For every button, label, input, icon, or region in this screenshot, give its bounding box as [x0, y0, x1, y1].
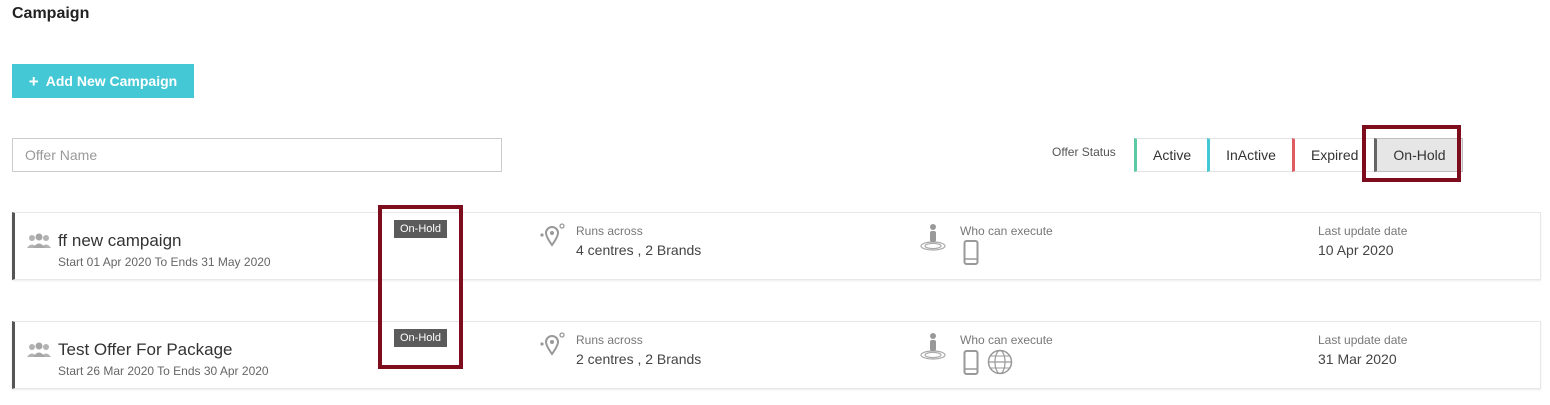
executor-icons [963, 240, 979, 265]
offer-name-input[interactable] [12, 138, 502, 172]
offer-status-filter: Active InActive Expired On-Hold [1134, 138, 1463, 172]
offer-status-label: Offer Status [1052, 145, 1116, 159]
last-update-label: Last update date [1318, 224, 1408, 238]
person-target-icon [920, 224, 946, 251]
status-badge: On-Hold [394, 220, 447, 238]
runs-across-label: Runs across [576, 224, 643, 238]
runs-across-label: Runs across [576, 333, 643, 347]
who-can-execute-label: Who can execute [960, 333, 1053, 347]
status-on-hold-button[interactable]: On-Hold [1374, 138, 1463, 172]
location-pin-icon [540, 332, 565, 356]
mobile-icon [963, 240, 979, 265]
last-update-label: Last update date [1318, 333, 1408, 347]
group-icon [27, 342, 51, 357]
campaign-name[interactable]: Test Offer For Package [58, 340, 232, 360]
last-update-value: 31 Mar 2020 [1318, 351, 1397, 367]
runs-across-value: 2 centres , 2 Brands [576, 351, 702, 367]
campaign-name[interactable]: ff new campaign [58, 231, 181, 251]
plus-icon: + [28, 71, 39, 91]
campaign-dates: Start 26 Mar 2020 To Ends 30 Apr 2020 [58, 364, 269, 378]
add-new-campaign-label: Add New Campaign [45, 73, 178, 89]
status-inactive-button[interactable]: InActive [1207, 138, 1293, 172]
who-can-execute-label: Who can execute [960, 224, 1053, 238]
executor-icons [963, 349, 1013, 375]
campaign-card[interactable]: Test Offer For Package Start 26 Mar 2020… [12, 321, 1541, 389]
globe-icon [987, 349, 1013, 375]
last-update-value: 10 Apr 2020 [1318, 242, 1394, 258]
group-icon [27, 233, 51, 248]
status-active-button[interactable]: Active [1134, 138, 1209, 172]
runs-across-value: 4 centres , 2 Brands [576, 242, 702, 258]
campaign-card[interactable]: ff new campaign Start 01 Apr 2020 To End… [12, 212, 1541, 280]
mobile-icon [963, 349, 979, 375]
add-new-campaign-button[interactable]: + Add New Campaign [12, 64, 194, 98]
location-pin-icon [540, 223, 565, 247]
status-expired-button[interactable]: Expired [1291, 138, 1376, 172]
page-title: Campaign [12, 5, 90, 22]
campaign-dates: Start 01 Apr 2020 To Ends 31 May 2020 [58, 255, 271, 269]
person-target-icon [920, 333, 946, 360]
status-badge: On-Hold [394, 329, 447, 347]
